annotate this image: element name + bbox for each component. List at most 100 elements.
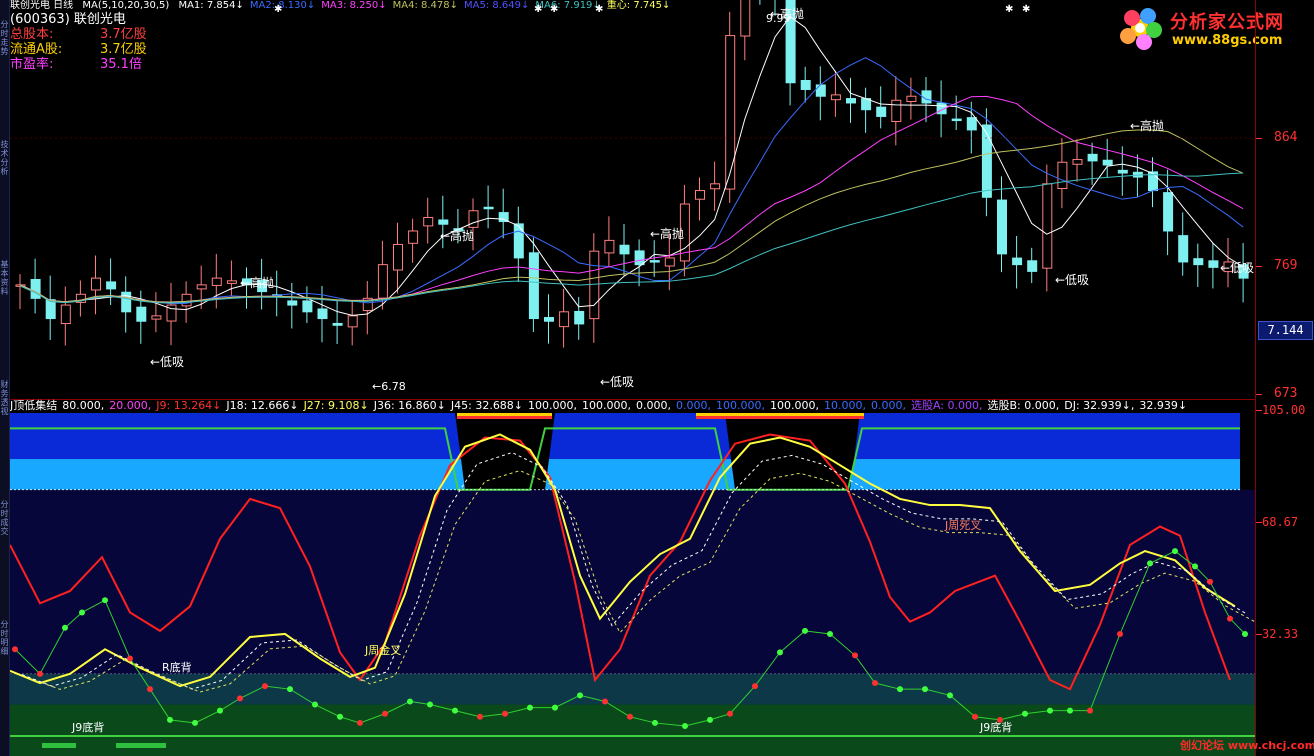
signal-dot [1047, 707, 1053, 714]
sidebar-tab[interactable]: 技 术 分 析 [0, 140, 9, 176]
sidebar-tab[interactable]: 分 时 走 势 [0, 20, 9, 56]
candle-body [1193, 258, 1204, 266]
sidebar-tab[interactable]: 财 务 透 视 [0, 380, 9, 416]
candle-body [121, 291, 132, 313]
candle-body [408, 230, 419, 244]
candle-body [181, 293, 192, 307]
signal-dot [897, 686, 903, 693]
candle-body [604, 239, 615, 254]
footer-logo[interactable]: 创幻论坛 www.chcj.com [1180, 737, 1314, 753]
candles [15, 0, 1249, 348]
signal-dot [79, 609, 85, 616]
candle-body [1178, 235, 1189, 263]
candle-body [559, 311, 570, 328]
low-buy-label: ←低吸 [1220, 261, 1254, 275]
j9-bottom-label: J9底背 [979, 720, 1012, 734]
candle-body [1208, 260, 1219, 268]
candle-body [332, 322, 343, 326]
signal-dot [972, 713, 978, 720]
signal-dot [167, 716, 173, 723]
low-buy-label: ←低吸 [1055, 273, 1089, 287]
left-sidebar: 分 时 走 势技 术 分 析基 本 资 料财 务 透 视分 时 成 交分 时 明… [0, 0, 10, 756]
candle-body [211, 277, 222, 286]
signal-dot [127, 655, 133, 662]
indicator-value: J27: 9.108↓ [303, 399, 369, 412]
signal-dot [577, 692, 583, 699]
candle-body [981, 124, 992, 198]
signal-dot [237, 695, 243, 702]
indicator-value: 选股A: 0.000, [910, 399, 983, 412]
candle-body [876, 106, 887, 117]
indicator-tick-label: 105.00 [1262, 403, 1306, 417]
signal-dot [652, 719, 658, 726]
candle-body [1072, 159, 1083, 165]
candle-body [60, 304, 71, 325]
signal-dot [407, 698, 413, 705]
signal-dot [502, 710, 508, 717]
signal-dot [427, 701, 433, 708]
candle-body [664, 257, 675, 267]
candle-body [695, 190, 705, 200]
signal-dot [37, 670, 43, 677]
star-icon: ✱ [550, 4, 558, 15]
signal-bar [457, 413, 552, 416]
indicator-value: J顶低集结 [10, 399, 58, 412]
price-tick-label: 769 [1274, 258, 1298, 273]
bottom-mark [42, 743, 76, 748]
sidebar-tab[interactable]: 基 本 资 料 [0, 260, 9, 296]
candle-body [891, 99, 902, 122]
candle-body [347, 315, 358, 328]
indicator-value: 0.000, [870, 399, 906, 412]
indicator-value: 选股B: 0.000, [987, 399, 1060, 412]
candle-body [226, 280, 237, 284]
signal-dot [1192, 563, 1198, 570]
candle-body [1042, 183, 1053, 269]
signal-dot [1172, 548, 1178, 555]
indicator-tick [1256, 522, 1262, 523]
high-sell-label: ←高抛 [240, 275, 274, 290]
signal-dot [752, 683, 758, 690]
low-buy-label: ←低吸 [600, 375, 634, 389]
signal-dot [802, 627, 808, 634]
signal-dot [1022, 710, 1028, 717]
signal-dot [682, 723, 688, 730]
signal-dot [337, 713, 343, 720]
signal-dot [452, 707, 458, 714]
signal-dot [1117, 630, 1123, 637]
candle-body [544, 317, 554, 322]
star-icon: ✱ [595, 4, 603, 15]
candle-body [815, 84, 826, 97]
star-icon: ✱ [534, 4, 542, 15]
signal-dot [922, 686, 928, 693]
candle-body [91, 277, 101, 291]
candle-body [619, 244, 630, 255]
signal-dot [102, 597, 108, 604]
candle-body [830, 94, 841, 101]
indicator-value: DJ: 32.939↓, [1064, 399, 1135, 412]
signal-dot [312, 701, 318, 708]
candle-body [513, 223, 524, 259]
candle-body [740, 0, 751, 37]
signal-dot [382, 710, 388, 717]
candle-body [196, 284, 207, 290]
candle-body [1057, 161, 1068, 190]
indicator-chart[interactable]: J周金叉 J周死叉 R底背 J9底背 J9底背 [10, 413, 1255, 756]
signal-dot [62, 624, 68, 631]
candle-body [634, 250, 645, 266]
price-tick [1256, 138, 1262, 139]
candlestick-chart[interactable]: ←高抛←高抛 ←高抛←高抛←高抛←低吸←低吸←低吸←低吸←6.789.99✱ ✱ ✱ ✱… [10, 0, 1255, 400]
candle-body [468, 210, 479, 228]
candle-body [45, 299, 56, 320]
signal-dot [1242, 630, 1248, 637]
indicator-value: J36: 16.860↓ [373, 399, 446, 412]
candle-body [423, 216, 434, 227]
candle-body [1117, 169, 1128, 174]
candle-body [1027, 260, 1038, 272]
sidebar-tab[interactable]: 分 时 明 细 [0, 620, 9, 656]
signal-dot [1147, 560, 1153, 567]
signal-dot [777, 649, 783, 656]
indicator-axis: 105.00 68.67 32.33 [1255, 400, 1314, 756]
sidebar-tab[interactable]: 分 时 成 交 [0, 500, 9, 536]
price-tick [1256, 394, 1262, 395]
candle-body [438, 219, 449, 225]
